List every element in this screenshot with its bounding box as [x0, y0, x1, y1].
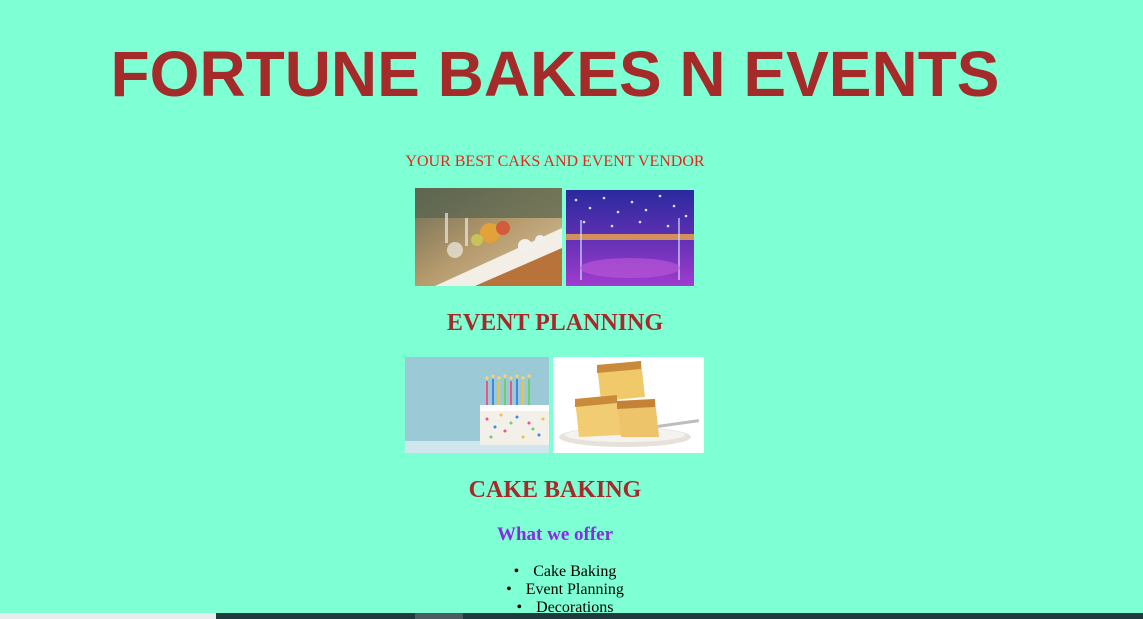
sponge-cake-photo — [553, 357, 704, 453]
taskbar — [0, 613, 1143, 619]
offer-list: Cake Baking Event Planning Decorations — [0, 563, 1130, 617]
taskbar-app[interactable] — [415, 613, 463, 619]
tagline: YOUR BEST CAKS AND EVENT VENDOR — [405, 153, 705, 170]
offer-heading: What we offer — [496, 524, 614, 545]
page: FORTUNE BAKES N EVENTS YOUR BEST CAKS AN… — [0, 0, 1143, 619]
event-planning-heading: EVENT PLANNING — [446, 310, 664, 336]
site-title: FORTUNE BAKES N EVENTS — [110, 38, 1000, 110]
cake-baking-heading: CAKE BAKING — [468, 477, 642, 503]
list-item: Event Planning — [0, 581, 1130, 599]
lit-venue-photo — [566, 190, 694, 286]
taskbar-search[interactable] — [0, 613, 216, 619]
birthday-cake-photo — [405, 357, 549, 453]
banquet-table-photo — [415, 188, 562, 286]
list-item: Cake Baking — [0, 563, 1130, 581]
